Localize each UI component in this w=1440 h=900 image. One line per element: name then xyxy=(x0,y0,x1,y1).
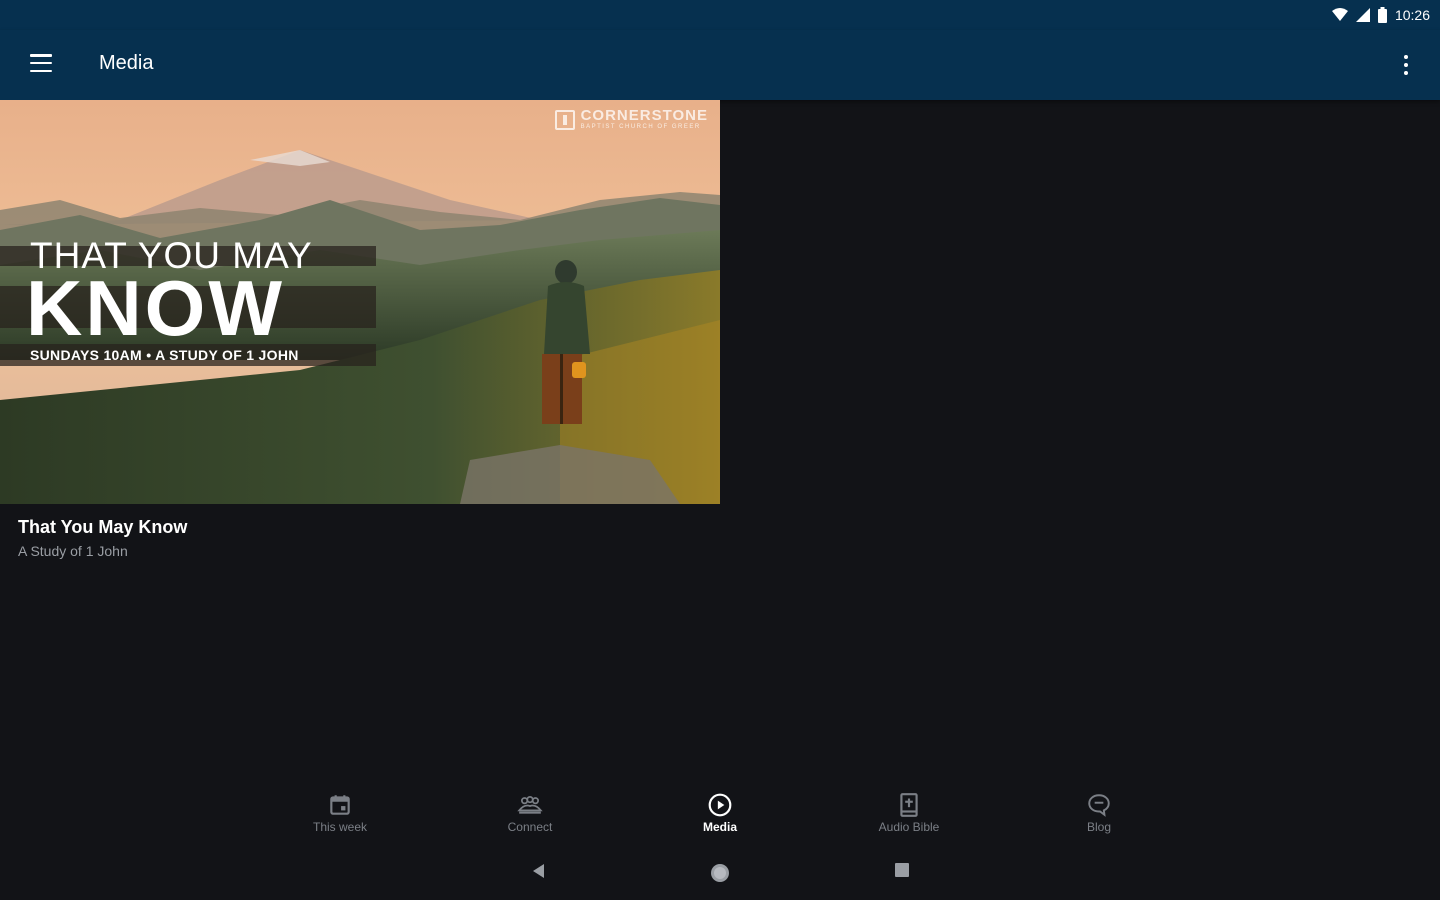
play-circle-icon xyxy=(708,793,732,817)
bible-icon xyxy=(900,793,918,817)
nav-media[interactable]: Media xyxy=(650,792,790,842)
church-logo: CORNERSTONE BAPTIST CHURCH OF GREER xyxy=(554,107,708,131)
logo-subtitle: BAPTIST CHURCH OF GREER xyxy=(580,124,701,130)
church-logo-icon xyxy=(554,109,575,130)
home-icon[interactable] xyxy=(709,862,731,884)
overflow-menu-icon[interactable] xyxy=(1398,52,1414,78)
recent-apps-icon[interactable] xyxy=(894,862,910,878)
media-title[interactable]: That You May Know xyxy=(18,517,187,538)
nav-label: Blog xyxy=(1086,820,1112,834)
battery-icon xyxy=(1377,7,1387,23)
status-time: 10:26 xyxy=(1394,7,1430,23)
logo-name: CORNERSTONE xyxy=(580,107,708,124)
nav-label: Connect xyxy=(507,820,553,834)
cell-signal-icon xyxy=(1355,8,1370,22)
people-icon xyxy=(517,796,543,814)
nav-this-week[interactable]: This week xyxy=(270,792,410,842)
page-title: Media xyxy=(99,52,154,74)
system-navigation-bar xyxy=(0,852,1440,896)
nav-connect[interactable]: Connect xyxy=(460,792,600,842)
bottom-navigation: This week Connect Media Audio Bible Blog xyxy=(0,780,1440,844)
calendar-icon xyxy=(330,795,350,815)
media-subtitle: A Study of 1 John xyxy=(18,543,128,559)
app-bar: Media xyxy=(0,30,1440,100)
chat-bubble-icon xyxy=(1088,794,1110,817)
nav-label: Media xyxy=(702,820,737,834)
media-card[interactable]: CORNERSTONE BAPTIST CHURCH OF GREER THAT… xyxy=(0,100,720,570)
nav-label: This week xyxy=(312,820,368,834)
nav-blog[interactable]: Blog xyxy=(1029,792,1169,842)
nav-audio-bible[interactable]: Audio Bible xyxy=(839,792,979,842)
nav-label: Audio Bible xyxy=(878,820,940,834)
back-icon[interactable] xyxy=(530,862,546,880)
status-bar: 10:26 xyxy=(0,0,1440,30)
wifi-icon xyxy=(1331,8,1348,21)
hamburger-menu-icon[interactable] xyxy=(30,54,52,72)
artwork-heading-line2: KNOW xyxy=(26,264,285,352)
artwork-tagline: SUNDAYS 10AM • A STUDY OF 1 JOHN xyxy=(30,347,299,363)
series-artwork[interactable]: CORNERSTONE BAPTIST CHURCH OF GREER THAT… xyxy=(0,100,720,504)
status-icons: 10:26 xyxy=(1331,5,1430,25)
